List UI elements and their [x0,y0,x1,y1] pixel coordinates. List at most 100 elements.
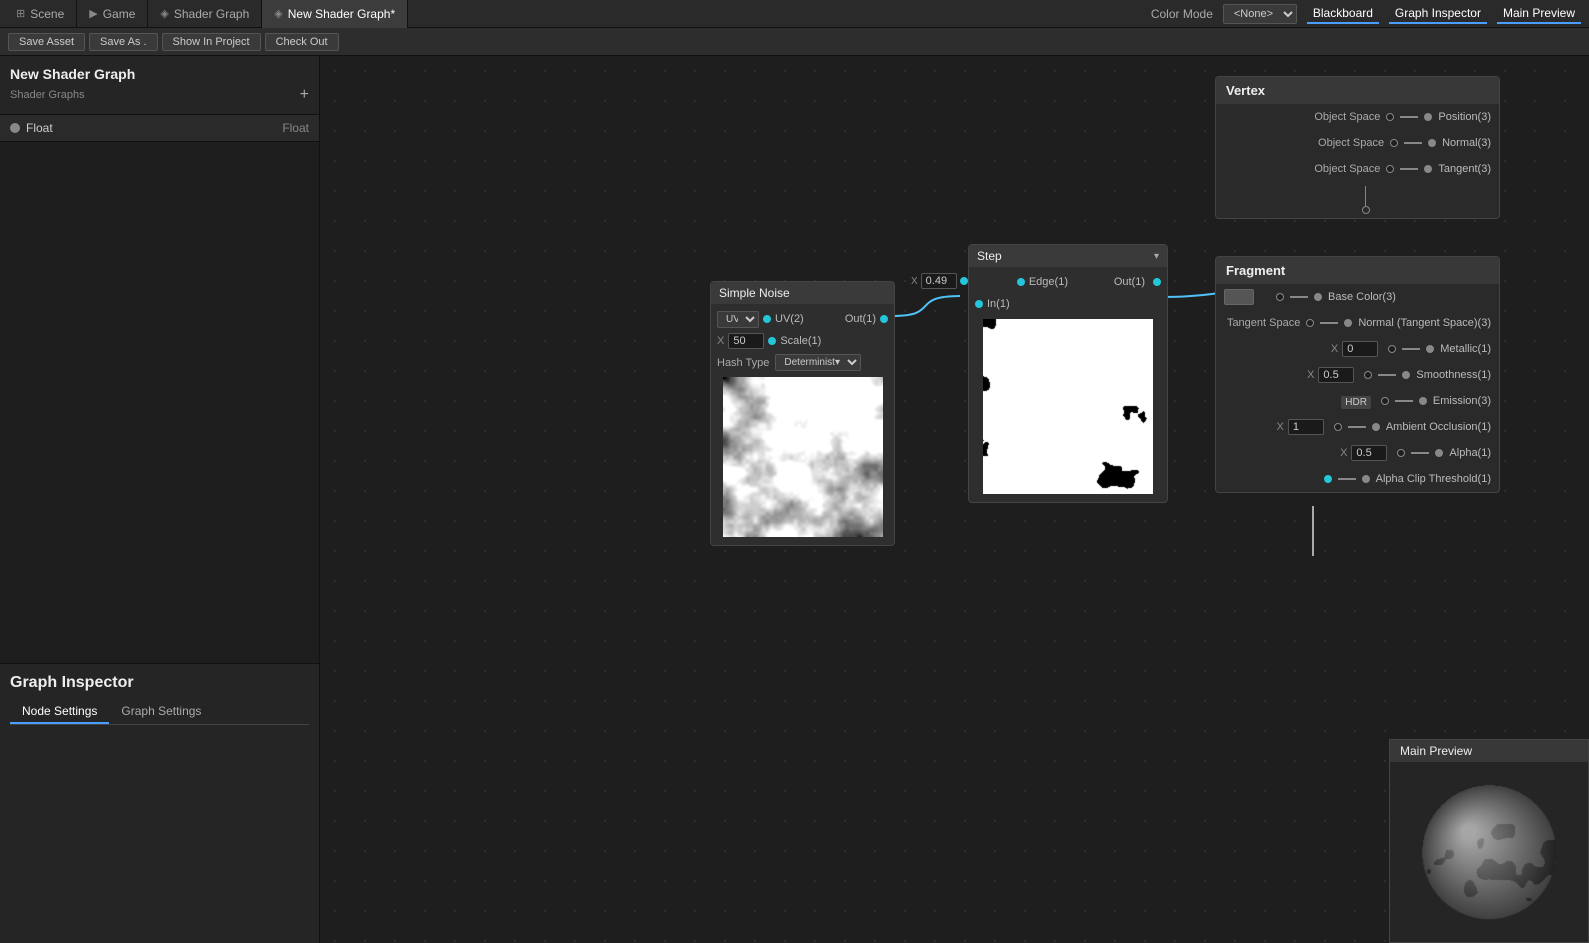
blackboard-preview [0,142,319,663]
out-port [880,315,888,323]
tab-bar: ⊞ Scene ▶ Game ◈ Shader Graph ◈ New Shad… [0,0,1589,28]
tab-graph-settings[interactable]: Graph Settings [109,700,213,724]
vertex-position-row: Object Space Position(3) [1216,104,1499,130]
simple-noise-header: Simple Noise [711,282,894,304]
fragment-basecolor-port [1276,293,1284,301]
hash-type-select[interactable]: Determinist▾ [775,354,861,371]
vertex-position-wire [1400,116,1418,118]
fragment-smoothness-row: X Smoothness(1) [1216,362,1499,388]
step-preview [983,319,1153,494]
save-asset-button[interactable]: Save Asset [8,33,85,51]
fragment-node: Fragment Base Color(3) Tangent Space [1215,256,1500,493]
sphere-preview [1409,772,1569,932]
new-shader-graph-icon: ◈ [274,7,282,20]
vertex-node: Vertex Object Space Position(3) Object S… [1215,76,1500,219]
scale-port [768,337,776,345]
step-expand-btn[interactable]: ▾ [1154,251,1159,262]
ao-field[interactable] [1288,419,1324,435]
save-as-button[interactable]: Save As . [89,33,157,51]
shader-graphs-panel: New Shader Graph Shader Graphs + [0,56,319,115]
vertex-tangent-wire [1400,168,1418,170]
left-sidebar: New Shader Graph Shader Graphs + Float F… [0,56,320,943]
step-out-port [1153,278,1161,286]
add-shader-graph-button[interactable]: + [300,86,309,104]
uv-type-select[interactable]: UV0 [717,311,759,328]
fragment-body: Base Color(3) Tangent Space Normal (Tang… [1216,284,1499,492]
toolbar: Save Asset Save As . Show In Project Che… [0,28,1589,56]
wire-noise-to-step-edge [893,296,960,316]
vertex-tangent-left-port [1386,165,1394,173]
main-layout: New Shader Graph Shader Graphs + Float F… [0,56,1589,943]
fragment-normal-row: Tangent Space Normal (Tangent Space)(3) [1216,310,1499,336]
scale-input: X [717,333,764,349]
metallic-field[interactable] [1342,341,1378,357]
uv-input: UV0 [717,311,759,328]
float-label: Float [26,121,276,135]
simple-noise-node: Simple Noise UV0 UV(2) Out(1) [710,281,895,546]
color-mode-select[interactable]: <None> [1223,4,1297,24]
scale-label: Scale(1) [780,335,821,347]
graph-inspector-panel: Graph Inspector Node Settings Graph Sett… [0,663,319,943]
color-mode-label: Color Mode [1151,7,1213,21]
fragment-metallic-row: X Metallic(1) [1216,336,1499,362]
shader-graph-title: New Shader Graph [10,66,309,82]
float-item: Float Float [0,115,319,142]
panel-bar-main-preview[interactable]: Main Preview [1497,4,1581,24]
float-type: Float [282,121,309,135]
step-node: Step ▾ X Edge(1) Out(1) [968,244,1168,503]
fragment-alpha-row: X Alpha(1) [1216,440,1499,466]
vertex-position-right-port [1424,113,1432,121]
check-out-button[interactable]: Check Out [265,33,339,51]
tab-game[interactable]: ▶ Game [77,0,148,28]
shader-graphs-sub: Shader Graphs + [10,86,309,104]
step-header: Step ▾ [969,245,1167,267]
step-edge-row: Edge(1) Out(1) [969,271,1167,293]
scale-field[interactable] [728,333,764,349]
panel-bar-graph-inspector[interactable]: Graph Inspector [1389,4,1487,24]
hash-type-row: Hash Type Determinist▾ [711,352,894,373]
vertex-position-left-port [1386,113,1394,121]
canvas-area[interactable]: Simple Noise UV0 UV(2) Out(1) [320,56,1589,943]
tab-shader-graph[interactable]: ◈ Shader Graph [148,0,262,28]
vertex-connector [1216,186,1499,214]
main-preview-panel: Main Preview [1389,739,1589,943]
step-edge-value[interactable] [921,273,957,289]
vertex-normal-left-port [1390,139,1398,147]
gi-tabs: Node Settings Graph Settings [10,700,309,725]
uv-label: UV(2) [775,313,804,325]
vertex-normal-right-port [1428,139,1436,147]
fragment-ao-row: X Ambient Occlusion(1) [1216,414,1499,440]
step-in-row: In(1) [969,293,1167,315]
step-in-label: In(1) [987,298,1010,310]
panel-bar-blackboard[interactable]: Blackboard [1307,4,1379,24]
vertex-header: Vertex [1216,77,1499,104]
alpha-field[interactable] [1351,445,1387,461]
tab-node-settings[interactable]: Node Settings [10,700,109,724]
hash-type-label: Hash Type [717,357,769,369]
vertex-tangent-row: Object Space Tangent(3) [1216,156,1499,182]
show-in-project-button[interactable]: Show In Project [162,33,261,51]
vertex-body: Object Space Position(3) Object Space No… [1216,104,1499,182]
step-out-label: Out(1) [1114,276,1145,288]
alpha-clip-port [1324,475,1332,483]
step-edge-input-container: X [911,273,968,289]
shader-graph-icon: ◈ [160,7,168,20]
scale-row: X Scale(1) [711,330,894,352]
simple-noise-body: UV0 UV(2) Out(1) X Scale(1) [711,304,894,545]
step-edge-label: Edge(1) [1029,276,1068,288]
scene-icon: ⊞ [16,7,25,20]
game-icon: ▶ [89,7,97,20]
step-in-port [975,300,983,308]
tab-new-shader-graph[interactable]: ◈ New Shader Graph* [262,0,408,28]
smoothness-field[interactable] [1318,367,1354,383]
step-edge-in-port [960,277,968,285]
gi-content [10,733,309,933]
uv-port [763,315,771,323]
step-body: Edge(1) Out(1) In(1) [969,267,1167,502]
fragment-header: Fragment [1216,257,1499,284]
vertex-tangent-right-port [1424,165,1432,173]
graph-inspector-title: Graph Inspector [10,674,309,692]
tab-scene[interactable]: ⊞ Scene [4,0,77,28]
out-label: Out(1) [845,313,876,325]
connector-dot [1362,206,1370,214]
